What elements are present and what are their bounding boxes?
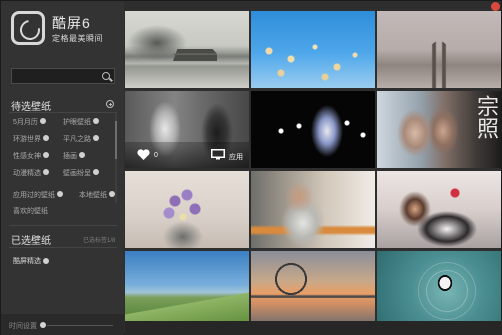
brand: 酷屏6 定格最美瞬间 bbox=[11, 9, 121, 49]
category-item[interactable]: 5月月历 bbox=[13, 118, 46, 128]
search-icon[interactable] bbox=[102, 72, 110, 80]
chosen-item[interactable]: 酷屏精选 bbox=[13, 256, 49, 266]
sidebar: 酷屏6 定格最美瞬间 待选壁纸 5月月历 护眼壁纸 环游世界 平凡之路 性感女神… bbox=[1, 1, 124, 335]
check-icon bbox=[93, 118, 99, 125]
category-label: 动漫精选 bbox=[13, 170, 41, 177]
category-item[interactable]: 平凡之路 bbox=[63, 135, 99, 145]
search-input[interactable] bbox=[12, 69, 96, 83]
category-label: 壁画纷呈 bbox=[63, 170, 91, 177]
category-scrollbar-thumb[interactable] bbox=[115, 121, 117, 159]
wallpaper-thumbnail[interactable] bbox=[251, 91, 375, 168]
apply-button[interactable]: 应用 bbox=[229, 152, 243, 162]
category-item[interactable]: 插画 bbox=[63, 152, 85, 162]
check-icon bbox=[43, 152, 49, 159]
check-icon bbox=[57, 191, 63, 198]
category-item[interactable]: 护眼壁纸 bbox=[63, 118, 99, 128]
check-icon bbox=[43, 135, 49, 142]
applied-wallpapers-item[interactable]: 应用过的壁纸 bbox=[13, 191, 63, 201]
check-icon bbox=[43, 169, 49, 176]
check-icon bbox=[79, 152, 85, 159]
category-item[interactable]: 壁画纷呈 bbox=[63, 169, 99, 179]
monitor-icon[interactable] bbox=[211, 149, 225, 160]
calligraphy-text: 宗照 bbox=[473, 95, 498, 139]
category-label: 插画 bbox=[63, 153, 77, 160]
wallpaper-thumbnail[interactable] bbox=[251, 171, 375, 248]
chosen-item-label: 酷屏精选 bbox=[13, 258, 41, 265]
like-count: 0 bbox=[154, 152, 158, 159]
pending-section-title: 待选壁纸 bbox=[11, 102, 51, 113]
wallpaper-thumbnail[interactable] bbox=[125, 171, 249, 248]
time-slider-knob[interactable] bbox=[40, 322, 46, 328]
category-label: 护眼壁纸 bbox=[63, 119, 91, 126]
category-label: 应用过的壁纸 bbox=[13, 192, 55, 199]
heart-icon[interactable] bbox=[137, 149, 150, 160]
wallpaper-thumbnail[interactable] bbox=[125, 251, 249, 326]
close-icon[interactable] bbox=[491, 2, 500, 11]
category-item[interactable]: 动漫精选 bbox=[13, 169, 49, 179]
chosen-section-title: 已选壁纸 bbox=[11, 236, 51, 247]
wallpaper-thumbnail[interactable] bbox=[377, 251, 501, 326]
wallpaper-thumbnail[interactable] bbox=[251, 11, 375, 88]
check-icon bbox=[93, 135, 99, 142]
logo-icon bbox=[11, 11, 45, 45]
wallpaper-thumbnail[interactable]: 宗照 bbox=[377, 91, 501, 168]
wallpaper-thumbnail[interactable] bbox=[377, 171, 501, 248]
time-setting-label: 时间设置 bbox=[9, 323, 37, 330]
search-box bbox=[11, 68, 115, 84]
category-label: 本地壁纸 bbox=[79, 192, 107, 199]
local-wallpapers-item[interactable]: 本地壁纸 bbox=[79, 191, 115, 201]
divider bbox=[9, 112, 117, 113]
add-category-icon[interactable] bbox=[106, 100, 114, 108]
wallpaper-thumbnail[interactable] bbox=[377, 11, 501, 88]
divider bbox=[9, 247, 117, 248]
check-icon bbox=[93, 169, 99, 176]
time-slider-track[interactable] bbox=[47, 324, 113, 326]
grid-footer bbox=[125, 321, 502, 335]
category-label: 5月月历 bbox=[13, 119, 38, 126]
chosen-hint: 已选标签1/8 bbox=[83, 238, 116, 244]
app-slogan: 定格最美瞬间 bbox=[52, 34, 103, 43]
category-label: 平凡之路 bbox=[63, 136, 91, 143]
app-name: 酷屏6 bbox=[52, 15, 91, 31]
check-icon bbox=[39, 118, 46, 125]
liked-wallpapers-item[interactable]: 喜欢的壁纸 bbox=[13, 207, 48, 217]
category-item[interactable]: 性感女神 bbox=[13, 152, 49, 162]
category-item[interactable]: 环游世界 bbox=[13, 135, 49, 145]
wallpaper-thumbnail[interactable] bbox=[125, 11, 249, 88]
wallpaper-thumbnail[interactable] bbox=[251, 251, 375, 326]
category-label: 环游世界 bbox=[13, 136, 41, 143]
divider bbox=[9, 225, 117, 226]
wallpaper-grid: 宗照 0 应用 bbox=[125, 11, 502, 335]
category-label: 喜欢的壁纸 bbox=[13, 208, 48, 215]
app-window: 酷屏6 定格最美瞬间 待选壁纸 5月月历 护眼壁纸 环游世界 平凡之路 性感女神… bbox=[0, 0, 502, 335]
remove-icon[interactable] bbox=[43, 258, 49, 265]
bottom-bar: 时间设置 bbox=[1, 314, 124, 335]
category-label: 性感女神 bbox=[13, 153, 41, 160]
